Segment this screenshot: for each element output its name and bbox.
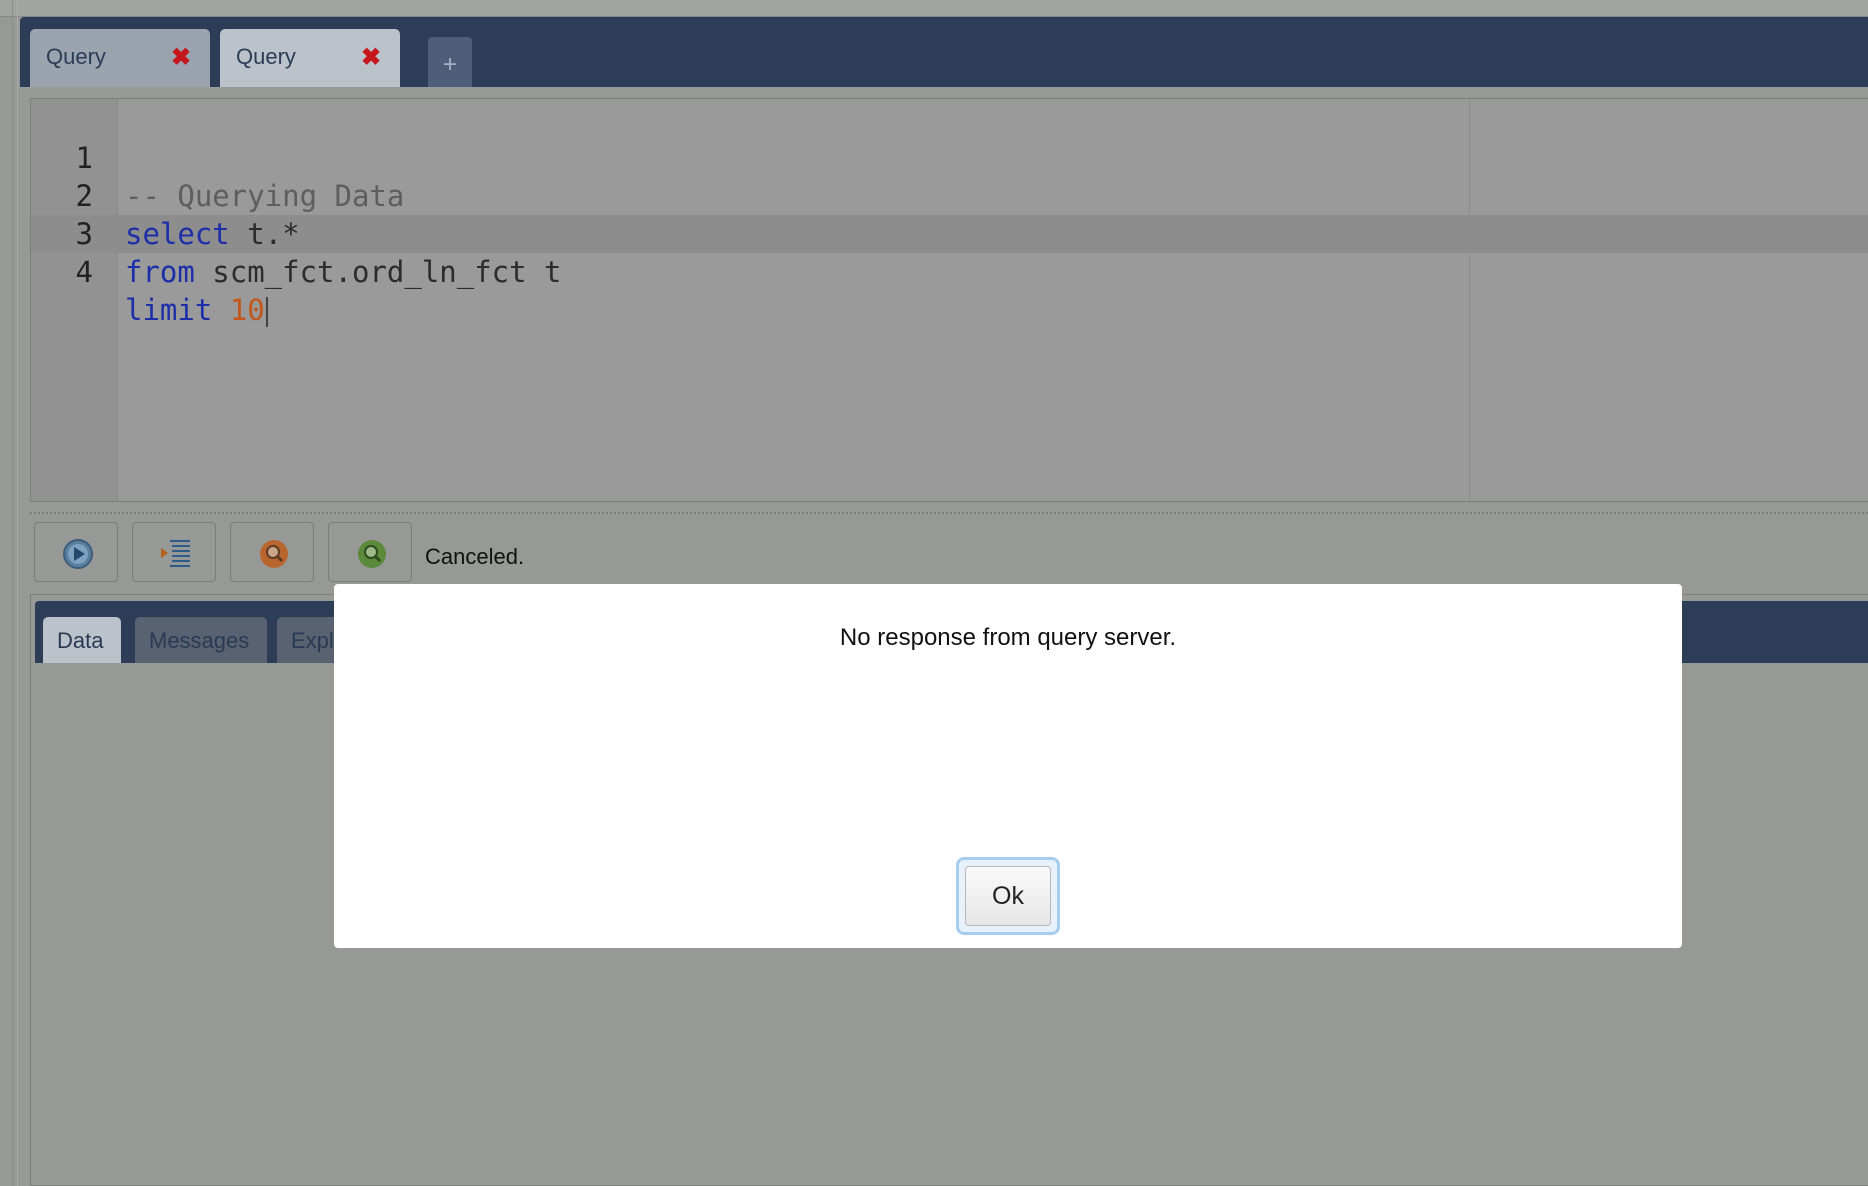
ok-button[interactable]: Ok bbox=[965, 866, 1051, 926]
dialog-message: No response from query server. bbox=[839, 624, 1177, 651]
explain-analyze-button[interactable] bbox=[328, 522, 412, 582]
tab-label: Data bbox=[57, 628, 104, 653]
indent-icon bbox=[161, 540, 190, 567]
query-status: Canceled. bbox=[425, 544, 525, 569]
line-number: 4 bbox=[75, 255, 93, 289]
code-line: 3 from scm_fct.ord_ln_fct t bbox=[31, 177, 1831, 289]
query-tab-1[interactable]: Query ✖ bbox=[30, 29, 210, 87]
ok-button-focus-ring: Ok bbox=[956, 857, 1060, 935]
close-icon[interactable]: ✖ bbox=[360, 46, 382, 70]
left-splitter[interactable] bbox=[12, 0, 18, 1186]
run-button[interactable] bbox=[34, 522, 118, 582]
text-cursor bbox=[265, 297, 268, 327]
code-line: 1 -- Querying Data bbox=[31, 101, 1831, 213]
add-tab-button[interactable]: + bbox=[428, 37, 472, 87]
search-orange-icon bbox=[260, 540, 288, 568]
tab-label: Expl bbox=[291, 628, 334, 653]
alert-dialog: No response from query server. Ok bbox=[334, 584, 1682, 948]
code-line: 2 select t.* bbox=[31, 139, 1831, 251]
query-tab-2[interactable]: Query ✖ bbox=[220, 29, 400, 87]
window-top-strip bbox=[0, 0, 1868, 17]
query-tab-label: Query bbox=[236, 44, 296, 69]
sql-editor[interactable]: 1 -- Querying Data 2 select t.* 3 from s… bbox=[30, 98, 1868, 502]
tab-label: Messages bbox=[149, 628, 250, 653]
close-icon[interactable]: ✖ bbox=[170, 46, 192, 70]
code-keyword: limit bbox=[125, 293, 213, 327]
code-line: 4 limit 10 bbox=[31, 215, 1831, 327]
format-button[interactable] bbox=[132, 522, 216, 582]
tab-messages[interactable]: Messages bbox=[135, 617, 267, 663]
query-tab-label: Query bbox=[46, 44, 106, 69]
explain-button[interactable] bbox=[230, 522, 314, 582]
pane-splitter[interactable] bbox=[30, 512, 1868, 514]
code-number: 10 bbox=[229, 293, 265, 327]
code-keyword: from bbox=[125, 255, 195, 289]
query-tabbar: Query ✖ Query ✖ + bbox=[20, 17, 1868, 87]
search-green-icon bbox=[358, 540, 386, 568]
play-icon bbox=[63, 539, 93, 569]
tab-data[interactable]: Data bbox=[43, 617, 121, 663]
code-text: scm_fct.ord_ln_fct t bbox=[194, 255, 562, 289]
